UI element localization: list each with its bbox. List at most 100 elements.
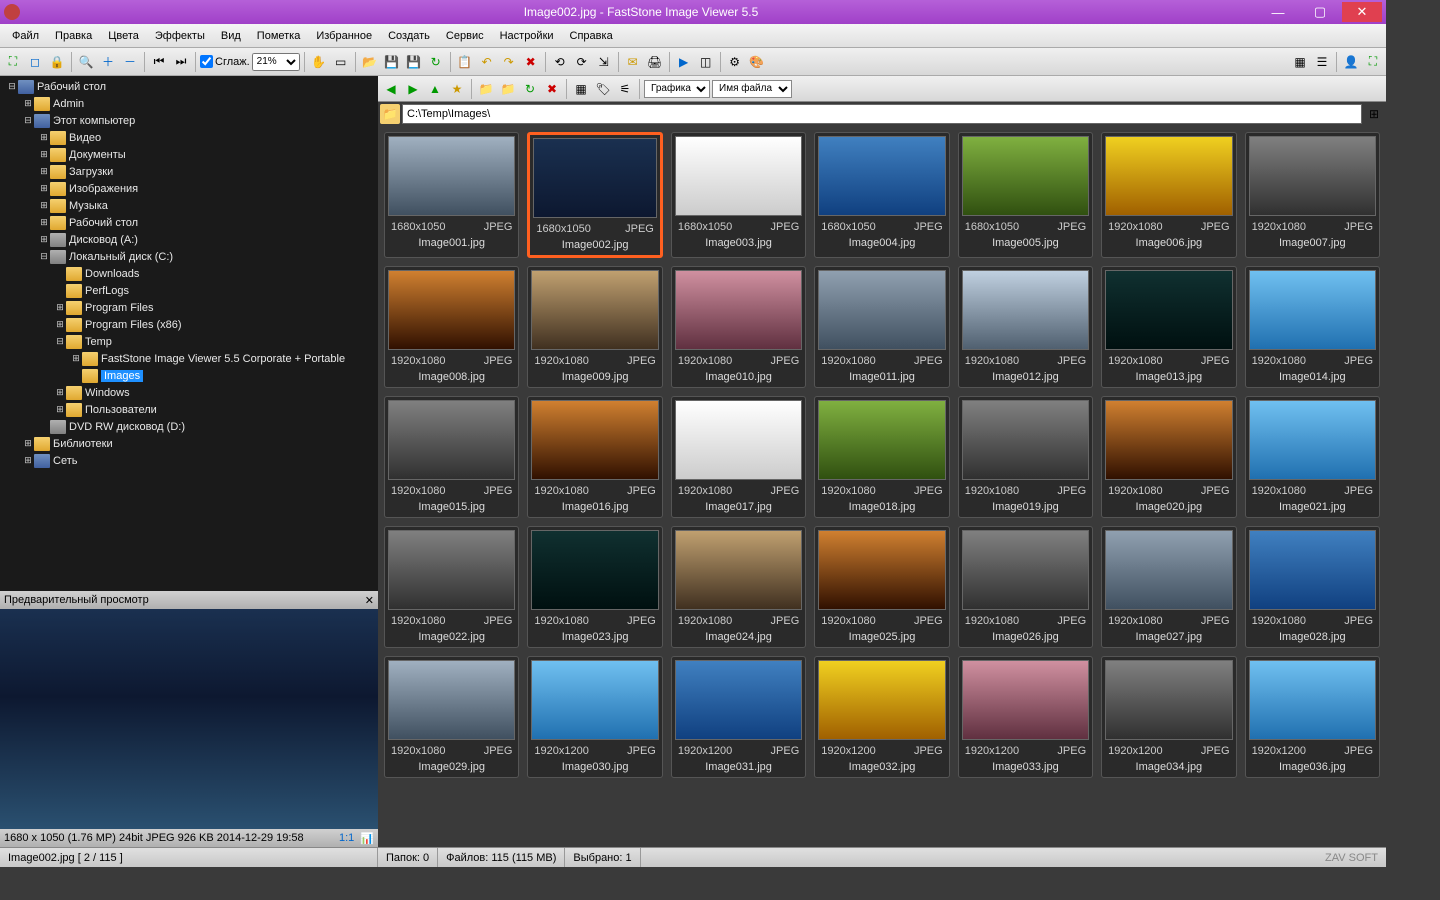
thumbnail[interactable]: 1920x1080JPEGImage029.jpg (384, 656, 519, 778)
thumbnail[interactable]: 1920x1200JPEGImage031.jpg (671, 656, 806, 778)
next-icon[interactable]: ⏭ (171, 52, 191, 72)
email-icon[interactable]: ✉ (623, 52, 643, 72)
expand-icon[interactable]: ⊞ (38, 234, 50, 245)
expand-icon[interactable]: ⊞ (38, 132, 50, 143)
expand-icon[interactable]: ⊞ (54, 302, 66, 313)
thumbnail[interactable]: 1920x1080JPEGImage011.jpg (814, 266, 949, 388)
thumbnail[interactable]: 1920x1080JPEGImage007.jpg (1245, 132, 1380, 258)
fav-icon[interactable]: ★ (447, 79, 467, 99)
fit-icon[interactable]: ⛶ (3, 52, 23, 72)
expand-icon[interactable]: ⊟ (54, 336, 66, 347)
tree-item[interactable]: Downloads (2, 265, 376, 282)
thumbnail[interactable]: 1920x1080JPEGImage008.jpg (384, 266, 519, 388)
expand-icon[interactable]: ⊞ (38, 166, 50, 177)
expand-icon[interactable]: ⊞ (54, 404, 66, 415)
filter-type-select[interactable]: Графика (644, 80, 710, 98)
expand-icon[interactable]: ⊟ (6, 81, 18, 92)
tree-item[interactable]: ⊟Этот компьютер (2, 112, 376, 129)
menu-Файл[interactable]: Файл (4, 28, 47, 44)
rotate-right-icon[interactable]: ⟳ (572, 52, 592, 72)
tree-item[interactable]: ⊞Изображения (2, 180, 376, 197)
tree-item[interactable]: ⊟Temp (2, 333, 376, 350)
thumbnail-grid[interactable]: 1680x1050JPEGImage001.jpg1680x1050JPEGIm… (378, 126, 1386, 847)
thumbnail[interactable]: 1920x1080JPEGImage013.jpg (1101, 266, 1236, 388)
expand-icon[interactable]: ⊟ (22, 115, 34, 126)
thumbnail[interactable]: 1920x1080JPEGImage014.jpg (1245, 266, 1380, 388)
thumbnail[interactable]: 1920x1080JPEGImage021.jpg (1245, 396, 1380, 518)
thumbnail[interactable]: 1920x1080JPEGImage025.jpg (814, 526, 949, 648)
thumbnail[interactable]: 1920x1080JPEGImage024.jpg (671, 526, 806, 648)
compare-icon[interactable]: ◫ (696, 52, 716, 72)
expand-icon[interactable]: ⊟ (38, 251, 50, 262)
thumbnail[interactable]: 1920x1200JPEGImage032.jpg (814, 656, 949, 778)
zoom-in-icon[interactable]: ＋ (98, 52, 118, 72)
view-thumbs-icon[interactable]: ▦ (1290, 52, 1310, 72)
del-icon[interactable]: ✖ (542, 79, 562, 99)
close-button[interactable]: ✕ (1342, 2, 1382, 22)
tree-item[interactable]: ⊞Музыка (2, 197, 376, 214)
preview-image[interactable] (0, 609, 378, 829)
tree-item[interactable]: ⊞Загрузки (2, 163, 376, 180)
expand-icon[interactable]: ⊞ (54, 387, 66, 398)
thumbnail[interactable]: 1920x1080JPEGImage027.jpg (1101, 526, 1236, 648)
redo-icon[interactable]: ↷ (499, 52, 519, 72)
expand-icon[interactable]: ⊞ (38, 217, 50, 228)
tree-item[interactable]: ⊞Документы (2, 146, 376, 163)
nav-fwd-icon[interactable]: ▶ (403, 79, 423, 99)
tree-item[interactable]: ⊞Windows (2, 384, 376, 401)
expand-icon[interactable]: ⊞ (22, 455, 34, 466)
menu-Цвета[interactable]: Цвета (100, 28, 147, 44)
zoom-area-icon[interactable]: 🔍 (76, 52, 96, 72)
preview-close-icon[interactable]: ✕ (365, 594, 374, 607)
tree-item[interactable]: ⊞Рабочий стол (2, 214, 376, 231)
print-icon[interactable]: 🖨 (645, 52, 665, 72)
tree-item[interactable]: ⊞Видео (2, 129, 376, 146)
path-folder-icon[interactable]: 📁 (380, 104, 400, 124)
copy-to-icon[interactable]: 📁 (476, 79, 496, 99)
resize-icon[interactable]: ⇲ (594, 52, 614, 72)
tree-item[interactable]: ⊞Admin (2, 95, 376, 112)
smooth-checkbox[interactable]: Сглаж. (200, 55, 250, 68)
menu-Сервис[interactable]: Сервис (438, 28, 492, 44)
tree-item[interactable]: ⊞Пользователи (2, 401, 376, 418)
tree-item[interactable]: ⊞Program Files (x86) (2, 316, 376, 333)
thumbnail[interactable]: 1680x1050JPEGImage002.jpg (527, 132, 662, 258)
zoom-select[interactable]: 21% (252, 53, 300, 71)
menu-Правка[interactable]: Правка (47, 28, 100, 44)
maximize-button[interactable]: ▢ (1300, 2, 1340, 22)
slideshow-icon[interactable]: ▶ (674, 52, 694, 72)
rotate-left-icon[interactable]: ⟲ (550, 52, 570, 72)
refresh-icon[interactable]: ↻ (520, 79, 540, 99)
expand-icon[interactable]: ⊞ (38, 200, 50, 211)
tree-item[interactable]: ⊟Рабочий стол (2, 78, 376, 95)
thumbnail[interactable]: 1920x1200JPEGImage034.jpg (1101, 656, 1236, 778)
menu-Вид[interactable]: Вид (213, 28, 249, 44)
expand-icon[interactable]: ⊞ (38, 149, 50, 160)
thumbnail[interactable]: 1920x1080JPEGImage009.jpg (527, 266, 662, 388)
path-fav-icon[interactable]: ⊞ (1364, 104, 1384, 124)
thumbnail[interactable]: 1920x1080JPEGImage026.jpg (958, 526, 1093, 648)
expand-icon[interactable]: ⊞ (54, 319, 66, 330)
nav-up-icon[interactable]: ▲ (425, 79, 445, 99)
filter-icon[interactable]: ⚟ (615, 79, 635, 99)
thumbnail[interactable]: 1920x1200JPEGImage033.jpg (958, 656, 1093, 778)
reload-icon[interactable]: ↻ (426, 52, 446, 72)
tag-icon[interactable]: 🏷 (593, 79, 613, 99)
actual-size-icon[interactable]: ◻ (25, 52, 45, 72)
delete-icon[interactable]: ✖ (521, 52, 541, 72)
settings-icon[interactable]: ⚙ (725, 52, 745, 72)
menu-Настройки[interactable]: Настройки (492, 28, 562, 44)
thumbnail[interactable]: 1920x1200JPEGImage030.jpg (527, 656, 662, 778)
lock-zoom-icon[interactable]: 🔒 (47, 52, 67, 72)
tree-item[interactable]: ⊞Дисковод (A:) (2, 231, 376, 248)
tree-item[interactable]: ⊞Program Files (2, 299, 376, 316)
tree-item[interactable]: DVD RW дисковод (D:) (2, 418, 376, 435)
sort-by-select[interactable]: Имя файла (712, 80, 792, 98)
menu-Эффекты[interactable]: Эффекты (147, 28, 213, 44)
thumbnail[interactable]: 1920x1080JPEGImage020.jpg (1101, 396, 1236, 518)
menu-Избранное[interactable]: Избранное (308, 28, 380, 44)
tree-item[interactable]: Images (2, 367, 376, 384)
tree-item[interactable]: ⊞Сеть (2, 452, 376, 469)
thumbnail[interactable]: 1920x1080JPEGImage018.jpg (814, 396, 949, 518)
thumbnail[interactable]: 1920x1080JPEGImage015.jpg (384, 396, 519, 518)
